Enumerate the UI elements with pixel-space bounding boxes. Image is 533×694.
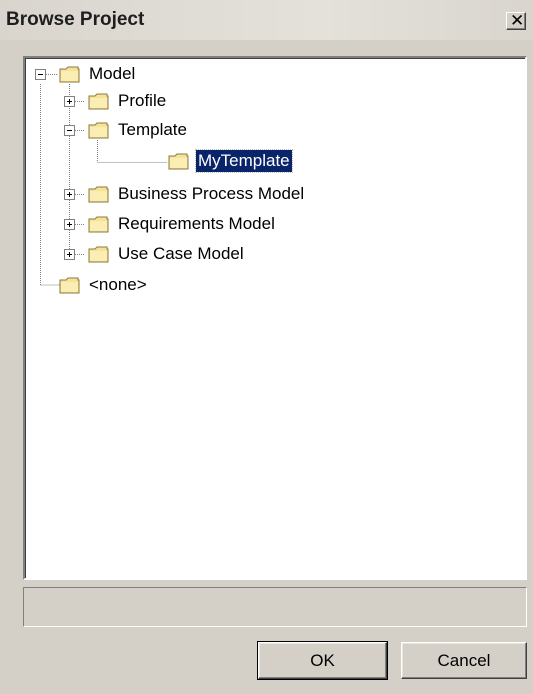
- folder-icon: [88, 186, 109, 203]
- folder-icon: [59, 277, 80, 294]
- expand-toggle-use-case-model[interactable]: [64, 249, 75, 260]
- cancel-button[interactable]: Cancel: [401, 642, 527, 679]
- close-icon: ✕: [510, 11, 525, 31]
- collapse-toggle-template[interactable]: [64, 125, 75, 136]
- project-tree[interactable]: Model Profile Template MyTemplate Busine…: [23, 56, 527, 580]
- close-button[interactable]: ✕: [506, 11, 526, 31]
- tree-item-model[interactable]: Model: [87, 63, 137, 85]
- expand-toggle-business-process-model[interactable]: [64, 189, 75, 200]
- browse-project-dialog: Browse Project ✕ Model Profile Template …: [0, 0, 533, 694]
- expand-toggle-requirements-model[interactable]: [64, 219, 75, 230]
- folder-icon: [88, 122, 109, 139]
- tree-item-template[interactable]: Template: [116, 119, 189, 141]
- collapse-toggle-model[interactable]: [35, 69, 46, 80]
- tree-item-mytemplate[interactable]: MyTemplate: [195, 149, 293, 173]
- folder-icon: [88, 93, 109, 110]
- tree-item-business-process-model[interactable]: Business Process Model: [116, 183, 306, 205]
- folder-icon: [88, 246, 109, 263]
- folder-icon: [88, 216, 109, 233]
- tree-item-none[interactable]: <none>: [87, 274, 149, 296]
- tree-item-use-case-model[interactable]: Use Case Model: [116, 243, 246, 265]
- tree-item-profile[interactable]: Profile: [116, 90, 168, 112]
- window-title: Browse Project: [6, 9, 145, 30]
- status-field: [23, 587, 527, 627]
- folder-icon: [59, 66, 80, 83]
- ok-button[interactable]: OK: [257, 641, 388, 680]
- title-bar[interactable]: Browse Project ✕: [0, 0, 533, 40]
- expand-toggle-profile[interactable]: [64, 96, 75, 107]
- tree-item-requirements-model[interactable]: Requirements Model: [116, 213, 277, 235]
- folder-icon: [168, 153, 189, 170]
